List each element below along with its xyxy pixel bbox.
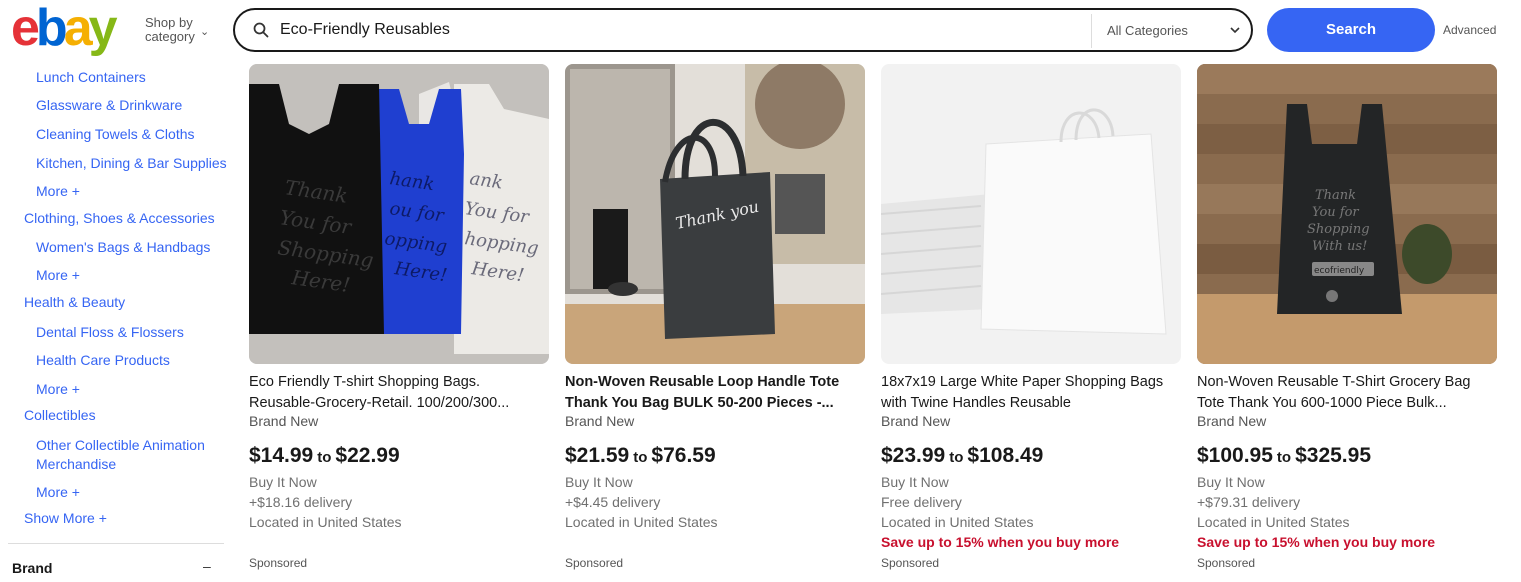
product-image[interactable]: Thank you xyxy=(565,64,865,364)
search-bar: Eco-Friendly Reusables All Categories xyxy=(233,8,1253,52)
svg-text:Shopping: Shopping xyxy=(1307,222,1370,237)
product-price: $23.99 to $108.49 xyxy=(881,444,1044,467)
sidebar-item-kitchen-dining[interactable]: Kitchen, Dining & Bar Supplies xyxy=(36,154,227,173)
ebay-logo[interactable]: ebay xyxy=(11,2,118,54)
promo-text: Save up to 15% when you buy more xyxy=(1197,534,1436,550)
search-icon xyxy=(253,22,269,38)
sidebar-more-clothing[interactable]: More + xyxy=(36,266,80,285)
product-image[interactable] xyxy=(881,64,1181,364)
sidebar-item-health-beauty[interactable]: Health & Beauty xyxy=(24,293,125,312)
item-location: Located in United States xyxy=(249,514,402,530)
svg-text:Thank: Thank xyxy=(1315,188,1356,203)
sidebar-show-more[interactable]: Show More + xyxy=(24,509,107,528)
delivery-cost: Free delivery xyxy=(881,494,962,510)
promo-text: Save up to 15% when you buy more xyxy=(881,534,1120,550)
sponsored-label: Sponsored xyxy=(249,556,308,570)
svg-text:You for: You for xyxy=(1312,205,1359,220)
buy-format: Buy It Now xyxy=(565,474,633,490)
delivery-cost: +$4.45 delivery xyxy=(565,494,661,510)
buy-format: Buy It Now xyxy=(881,474,949,490)
sidebar-more-home[interactable]: More + xyxy=(36,182,80,201)
buy-format: Buy It Now xyxy=(249,474,317,490)
product-image[interactable]: Thank You for Shopping With us! ecofrien… xyxy=(1197,64,1497,364)
sidebar-item-health-care[interactable]: Health Care Products xyxy=(36,351,170,370)
collapse-icon[interactable]: – xyxy=(203,558,211,574)
product-condition: Brand New xyxy=(249,413,319,429)
sidebar-item-glassware[interactable]: Glassware & Drinkware xyxy=(36,96,182,115)
product-condition: Brand New xyxy=(565,413,635,429)
sidebar-more-collectibles[interactable]: More + xyxy=(36,483,80,502)
category-sidebar: Lunch Containers Glassware & Drinkware C… xyxy=(0,62,227,582)
product-title[interactable]: 18x7x19 Large White Paper Shopping Bags … xyxy=(881,372,1181,414)
product-price: $14.99 to $22.99 xyxy=(249,444,400,467)
sidebar-more-health[interactable]: More + xyxy=(36,380,80,399)
chevron-down-icon[interactable]: ⌄ xyxy=(200,25,209,38)
delivery-cost: +$79.31 delivery xyxy=(1197,494,1301,510)
item-location: Located in United States xyxy=(881,514,1034,530)
sidebar-item-collectibles[interactable]: Collectibles xyxy=(24,406,96,425)
product-title[interactable]: Non-Woven Reusable T-Shirt Grocery Bag T… xyxy=(1197,372,1497,414)
sidebar-item-womens-bags[interactable]: Women's Bags & Handbags xyxy=(36,238,210,257)
sidebar-item-dental-floss[interactable]: Dental Floss & Flossers xyxy=(36,323,184,342)
item-location: Located in United States xyxy=(1197,514,1350,530)
sponsored-label: Sponsored xyxy=(565,556,624,570)
sponsored-label: Sponsored xyxy=(1197,556,1256,570)
divider xyxy=(1091,14,1092,48)
product-image[interactable]: Thank You for Shopping Here! hank ou for… xyxy=(249,64,549,364)
product-price: $21.59 to $76.59 xyxy=(565,444,716,467)
product-price: $100.95 to $325.95 xyxy=(1197,444,1372,467)
category-select[interactable]: All Categories xyxy=(1107,23,1188,38)
header: ebay Shop by category ⌄ Eco-Friendly Reu… xyxy=(0,0,1521,62)
sidebar-item-clothing[interactable]: Clothing, Shoes & Accessories xyxy=(24,209,215,228)
product-title[interactable]: Non-Woven Reusable Loop Handle Tote Than… xyxy=(565,372,865,414)
delivery-cost: +$18.16 delivery xyxy=(249,494,353,510)
brand-filter-heading[interactable]: Brand xyxy=(12,560,52,576)
product-title[interactable]: Eco Friendly T-shirt Shopping Bags. Reus… xyxy=(249,372,549,414)
search-input[interactable]: Eco-Friendly Reusables xyxy=(280,21,450,39)
sidebar-item-animation-merchandise[interactable]: Other Collectible Animation Merchandise xyxy=(36,436,221,474)
svg-text:With us!: With us! xyxy=(1312,239,1367,254)
sponsored-label: Sponsored xyxy=(881,556,940,570)
sidebar-item-cleaning-towels[interactable]: Cleaning Towels & Cloths xyxy=(36,125,195,144)
divider xyxy=(8,543,224,544)
svg-text:ecofriendly: ecofriendly xyxy=(1314,266,1365,276)
product-condition: Brand New xyxy=(881,413,951,429)
advanced-search-link[interactable]: Advanced xyxy=(1443,23,1496,37)
item-location: Located in United States xyxy=(565,514,718,530)
product-condition: Brand New xyxy=(1197,413,1267,429)
chevron-down-icon[interactable] xyxy=(1229,22,1241,38)
search-button[interactable]: Search xyxy=(1267,8,1435,52)
shop-by-category-button[interactable]: Shop by category xyxy=(145,16,195,44)
sidebar-item-lunch-containers[interactable]: Lunch Containers xyxy=(36,68,146,87)
buy-format: Buy It Now xyxy=(1197,474,1265,490)
